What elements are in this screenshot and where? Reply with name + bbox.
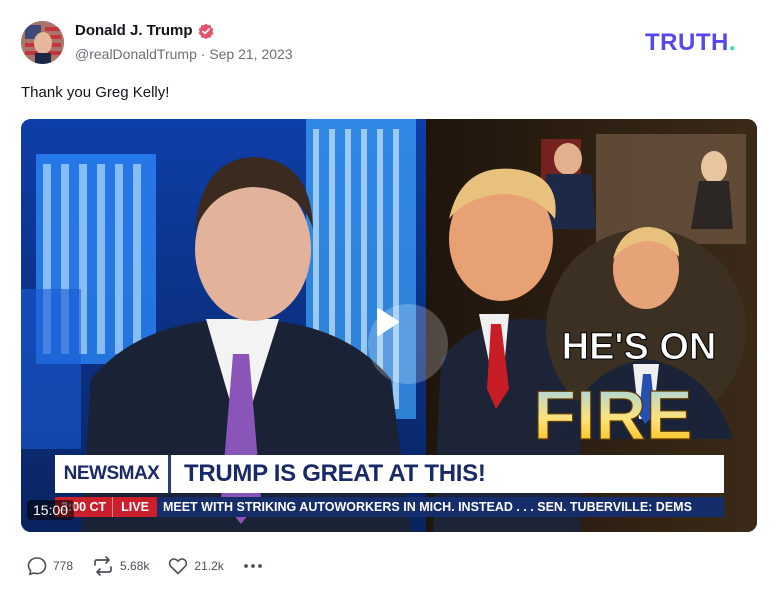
ticker-live-badge: LIVE [112,497,157,517]
retruth-count: 5.68k [120,559,150,573]
author-name-row: Donald J. Trump [75,22,214,39]
meta-separator: · [200,46,206,62]
more-icon [243,564,262,568]
truth-wordmark: TRUTH [645,29,729,56]
like-count: 21.2k [194,559,224,573]
retruth-icon [94,556,112,576]
video-headline: TRUMP IS GREAT AT THIS! [171,455,724,493]
reply-button[interactable]: 778 [26,555,73,577]
news-ticker: 3:00 CT LIVE MEET WITH STRIKING AUTOWORK… [55,497,724,517]
reply-icon [27,557,47,576]
play-icon [377,308,399,336]
author-avatar[interactable] [21,21,64,64]
overlay-line-2: FIRE [533,376,692,454]
author-handle[interactable]: @realDonaldTrump [75,46,197,62]
post-text: Thank you Greg Kelly! [21,84,170,101]
like-icon [169,558,188,575]
network-logo: NEWSMAX [55,455,171,493]
post-date[interactable]: Sep 21, 2023 [209,46,292,62]
truth-post-card: Donald J. Trump @realDonaldTrump · Sep 2… [0,0,778,596]
reply-count: 778 [53,559,74,573]
video-player[interactable]: HE'S ON FIRE NEWSMAX TRUMP IS GREAT AT T… [21,119,757,532]
post-actions: 778 5.68k 21.2k [26,555,282,577]
author-meta: @realDonaldTrump · Sep 21, 2023 [75,46,293,62]
ticker-crawl: MEET WITH STRIKING AUTOWORKERS IN MICH. … [162,500,692,514]
like-button[interactable]: 21.2k [167,555,224,577]
truth-wordmark-dot: . [728,29,736,56]
author-name[interactable]: Donald J. Trump [75,22,193,39]
verified-badge-icon [198,23,214,39]
play-button[interactable] [368,304,448,384]
video-duration: 15:00 [27,500,75,520]
overlay-line-1: HE'S ON [562,326,717,368]
more-options-button[interactable] [242,555,264,577]
truth-logo[interactable]: TRUTH. [645,29,736,57]
retruth-button[interactable]: 5.68k [91,555,149,577]
